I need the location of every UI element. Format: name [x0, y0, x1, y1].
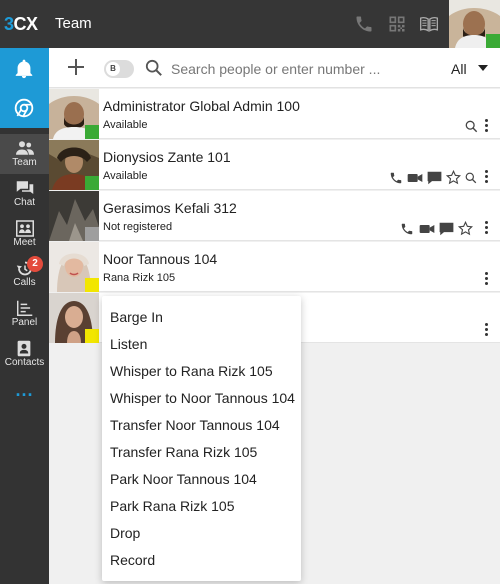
menu-item-whisper-rana[interactable]: Whisper to Rana Rizk 105	[110, 361, 273, 381]
video-icon[interactable]	[407, 172, 423, 184]
sidebar-item-label: Meet	[13, 237, 36, 248]
video-icon[interactable]	[419, 223, 435, 235]
sidebar-item-contacts[interactable]: Contacts	[0, 334, 49, 374]
phone-icon[interactable]	[354, 14, 374, 34]
contact-name: Gerasimos Kefali 312	[103, 200, 237, 216]
sidebar-item-team[interactable]: Team	[0, 134, 49, 174]
sidebar-top	[0, 48, 49, 128]
more-options-icon[interactable]	[485, 323, 489, 337]
contact-name: Administrator Global Admin 100	[103, 98, 300, 114]
presence-dot	[486, 34, 500, 48]
status-badge	[85, 176, 99, 190]
menu-item-park-rana[interactable]: Park Rana Rizk 105	[110, 496, 235, 516]
qr-code-icon[interactable]	[387, 14, 407, 34]
filter-select[interactable]: All	[451, 61, 467, 77]
chat-icon[interactable]	[439, 222, 454, 236]
sidebar-item-meet[interactable]: Meet	[0, 214, 49, 254]
search-input[interactable]	[171, 58, 441, 80]
more-options-icon[interactable]	[485, 119, 489, 133]
search-icon[interactable]	[465, 120, 478, 133]
sidebar-item-calls[interactable]: 2 Calls	[0, 254, 49, 294]
status-badge	[85, 125, 99, 139]
menu-item-listen[interactable]: Listen	[110, 334, 147, 354]
page-title: Team	[55, 15, 92, 32]
status-badge	[85, 329, 99, 343]
list-item[interactable]: Gerasimos Kefali 312 Not registered	[49, 191, 500, 241]
meet-icon	[16, 220, 34, 237]
calls-badge: 2	[27, 256, 43, 272]
star-icon[interactable]	[446, 170, 461, 185]
sidebar-item-chat[interactable]: Chat	[0, 174, 49, 214]
star-icon[interactable]	[458, 221, 473, 236]
contact-name: Dionysios Zante 101	[103, 149, 231, 165]
contact-status: Not registered	[103, 221, 173, 233]
menu-item-barge-in[interactable]: Barge In	[110, 307, 163, 327]
chevron-down-icon[interactable]	[478, 65, 488, 71]
team-icon	[16, 141, 34, 155]
status-badge	[85, 227, 99, 241]
call-actions-menu: Barge In Listen Whisper to Rana Rizk 105…	[102, 296, 301, 581]
search-icon	[145, 59, 162, 76]
chrome-icon[interactable]	[14, 98, 34, 118]
sidebar-item-label: Chat	[13, 197, 36, 208]
menu-item-transfer-noor[interactable]: Transfer Noor Tannous 104	[110, 415, 280, 435]
app-header: 3CX Team	[0, 0, 500, 48]
contact-status: Available	[103, 119, 148, 131]
search-icon[interactable]	[465, 172, 477, 184]
list-item[interactable]: Dionysios Zante 101 Available	[49, 140, 500, 190]
sidebar-item-label: Calls	[13, 277, 36, 288]
more-icon[interactable]: ...	[0, 380, 49, 401]
more-options-icon[interactable]	[485, 170, 489, 184]
contact-name: Noor Tannous 104	[103, 251, 218, 267]
toolbar: B All	[49, 48, 500, 88]
chat-icon	[16, 181, 34, 194]
menu-item-park-noor[interactable]: Park Noor Tannous 104	[110, 469, 257, 489]
menu-item-drop[interactable]: Drop	[110, 523, 140, 543]
sidebar-item-label: Panel	[11, 317, 38, 328]
sidebar-item-panel[interactable]: Panel	[0, 294, 49, 334]
book-icon[interactable]	[419, 14, 439, 34]
presence-toggle[interactable]: B	[104, 60, 134, 78]
contact-status: Rana Rizk 105	[103, 272, 176, 284]
menu-item-whisper-noor[interactable]: Whisper to Noor Tannous 104	[110, 388, 295, 408]
status-badge	[85, 278, 99, 292]
sidebar: Team Chat Meet 2 Calls Panel Contacts ..…	[0, 48, 49, 584]
add-button[interactable]	[66, 57, 86, 77]
more-options-icon[interactable]	[485, 221, 489, 235]
list-item[interactable]: Administrator Global Admin 100 Available	[49, 89, 500, 139]
user-avatar[interactable]	[449, 0, 500, 48]
menu-item-record[interactable]: Record	[110, 550, 155, 570]
app-logo: 3CX	[4, 14, 38, 34]
more-options-icon[interactable]	[485, 272, 489, 286]
phone-icon[interactable]	[388, 171, 404, 185]
list-item[interactable]: Noor Tannous 104 Rana Rizk 105	[49, 242, 500, 292]
menu-item-transfer-rana[interactable]: Transfer Rana Rizk 105	[110, 442, 257, 462]
chat-icon[interactable]	[427, 171, 442, 185]
bell-icon[interactable]	[13, 58, 35, 80]
sidebar-item-label: Team	[12, 157, 37, 168]
contacts-icon	[17, 340, 31, 357]
phone-icon[interactable]	[399, 222, 415, 236]
contact-status: Available	[103, 170, 148, 182]
toggle-knob: B	[106, 62, 120, 76]
sidebar-item-label: Contacts	[4, 357, 45, 368]
panel-icon	[17, 300, 33, 316]
